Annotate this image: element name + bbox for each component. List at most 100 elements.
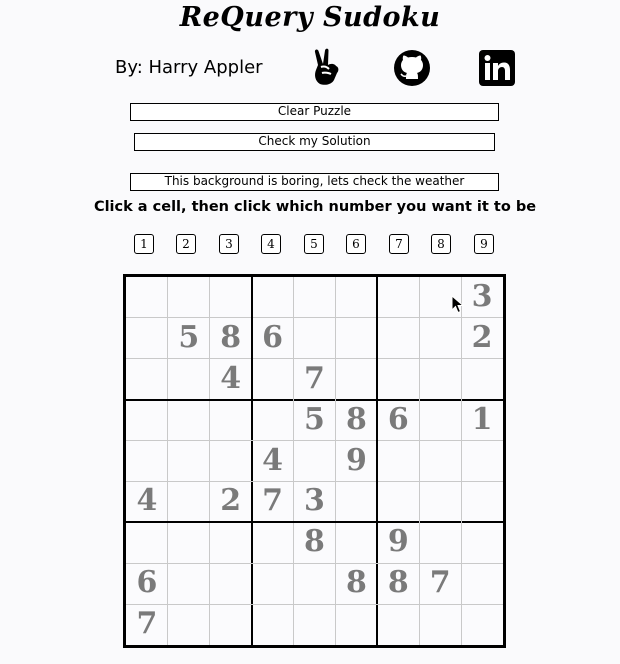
sudoku-cell[interactable] — [294, 318, 336, 359]
sudoku-cell[interactable] — [461, 441, 503, 482]
weather-background-button[interactable]: This background is boring, lets check th… — [130, 173, 499, 191]
sudoku-cell[interactable]: 5 — [168, 318, 210, 359]
sudoku-cell[interactable] — [419, 441, 461, 482]
sudoku-cell[interactable] — [419, 522, 461, 563]
sudoku-cell[interactable]: 5 — [294, 400, 336, 441]
sudoku-cell[interactable] — [294, 277, 336, 318]
sudoku-cell[interactable] — [210, 522, 252, 563]
sudoku-cell[interactable]: 7 — [126, 604, 168, 645]
sudoku-cell[interactable] — [168, 481, 210, 522]
sudoku-cell[interactable]: 6 — [126, 563, 168, 604]
sudoku-cell[interactable]: 3 — [294, 481, 336, 522]
page-title: ReQuery Sudoku — [179, 2, 441, 33]
sudoku-cell[interactable] — [461, 359, 503, 400]
sudoku-cell[interactable]: 6 — [377, 400, 419, 441]
sudoku-cell[interactable] — [210, 563, 252, 604]
clear-puzzle-button[interactable]: Clear Puzzle — [130, 103, 499, 121]
sudoku-cell[interactable] — [126, 400, 168, 441]
sudoku-cell[interactable] — [461, 481, 503, 522]
sudoku-cell[interactable]: 4 — [252, 441, 294, 482]
sudoku-cell[interactable] — [377, 441, 419, 482]
sudoku-cell[interactable] — [377, 604, 419, 645]
sudoku-cell[interactable] — [210, 277, 252, 318]
sudoku-cell[interactable] — [461, 563, 503, 604]
sudoku-cell[interactable] — [294, 441, 336, 482]
sudoku-cell[interactable] — [419, 318, 461, 359]
sudoku-cell[interactable]: 8 — [335, 563, 377, 604]
sudoku-cell[interactable] — [377, 481, 419, 522]
sudoku-cell[interactable] — [168, 441, 210, 482]
sudoku-cell[interactable] — [210, 604, 252, 645]
sudoku-cell[interactable] — [335, 318, 377, 359]
sudoku-board: 358624758614942738968877 — [123, 274, 506, 648]
number-button-7[interactable]: 7 — [389, 234, 409, 254]
sudoku-cell[interactable]: 8 — [294, 522, 336, 563]
number-button-1[interactable]: 1 — [134, 234, 154, 254]
sudoku-cell[interactable]: 2 — [461, 318, 503, 359]
sudoku-cell[interactable]: 6 — [252, 318, 294, 359]
sudoku-cell[interactable] — [252, 604, 294, 645]
sudoku-cell[interactable] — [294, 563, 336, 604]
sudoku-cell[interactable] — [210, 400, 252, 441]
check-solution-button[interactable]: Check my Solution — [134, 133, 495, 151]
sudoku-cell[interactable]: 8 — [377, 563, 419, 604]
sudoku-cell[interactable] — [419, 604, 461, 645]
sudoku-cell[interactable] — [335, 604, 377, 645]
sudoku-cell[interactable] — [294, 604, 336, 645]
sudoku-cell[interactable]: 4 — [126, 481, 168, 522]
sudoku-cell[interactable]: 7 — [294, 359, 336, 400]
number-button-2[interactable]: 2 — [176, 234, 196, 254]
sudoku-cell[interactable] — [335, 481, 377, 522]
sudoku-cell[interactable] — [419, 359, 461, 400]
sudoku-cell[interactable] — [252, 522, 294, 563]
number-button-9[interactable]: 9 — [474, 234, 494, 254]
sudoku-cell[interactable] — [335, 359, 377, 400]
linkedin-icon[interactable] — [479, 50, 515, 86]
sudoku-cell[interactable] — [419, 400, 461, 441]
sudoku-cell[interactable]: 4 — [210, 359, 252, 400]
sudoku-cell[interactable] — [461, 522, 503, 563]
sudoku-cell[interactable]: 8 — [210, 318, 252, 359]
number-button-8[interactable]: 8 — [431, 234, 451, 254]
sudoku-cell[interactable] — [419, 481, 461, 522]
sudoku-cell[interactable] — [210, 441, 252, 482]
sudoku-cell[interactable] — [168, 359, 210, 400]
sudoku-cell[interactable]: 9 — [335, 441, 377, 482]
sudoku-cell[interactable] — [126, 359, 168, 400]
mouse-cursor-icon — [451, 295, 465, 314]
number-button-3[interactable]: 3 — [219, 234, 239, 254]
github-icon[interactable] — [393, 49, 431, 87]
instruction-text: Click a cell, then click which number yo… — [93, 199, 537, 215]
sudoku-cell[interactable] — [168, 604, 210, 645]
number-button-6[interactable]: 6 — [346, 234, 366, 254]
number-button-4[interactable]: 4 — [261, 234, 281, 254]
sudoku-cell[interactable]: 3 — [461, 277, 503, 318]
sudoku-cell[interactable] — [335, 277, 377, 318]
sudoku-cell[interactable] — [168, 563, 210, 604]
sudoku-cell[interactable]: 9 — [377, 522, 419, 563]
sudoku-cell[interactable]: 2 — [210, 481, 252, 522]
sudoku-cell[interactable] — [168, 522, 210, 563]
sudoku-cell[interactable] — [461, 604, 503, 645]
sudoku-cell[interactable] — [168, 277, 210, 318]
sudoku-cell[interactable] — [377, 277, 419, 318]
sudoku-cell[interactable] — [126, 277, 168, 318]
sudoku-cell[interactable] — [126, 441, 168, 482]
sudoku-cell[interactable] — [377, 359, 419, 400]
sudoku-cell[interactable] — [126, 522, 168, 563]
sudoku-cell[interactable] — [335, 522, 377, 563]
sudoku-cell[interactable] — [252, 359, 294, 400]
sudoku-cell[interactable] — [377, 318, 419, 359]
peace-hand-icon[interactable] — [310, 48, 344, 88]
sudoku-cell[interactable]: 7 — [252, 481, 294, 522]
number-button-5[interactable]: 5 — [304, 234, 324, 254]
sudoku-cell[interactable] — [252, 277, 294, 318]
sudoku-cell[interactable]: 8 — [335, 400, 377, 441]
sudoku-cell[interactable] — [252, 563, 294, 604]
sudoku-cell[interactable]: 1 — [461, 400, 503, 441]
author-byline: By: Harry Appler — [115, 57, 263, 78]
sudoku-cell[interactable] — [168, 400, 210, 441]
sudoku-cell[interactable] — [126, 318, 168, 359]
sudoku-cell[interactable] — [252, 400, 294, 441]
sudoku-cell[interactable]: 7 — [419, 563, 461, 604]
